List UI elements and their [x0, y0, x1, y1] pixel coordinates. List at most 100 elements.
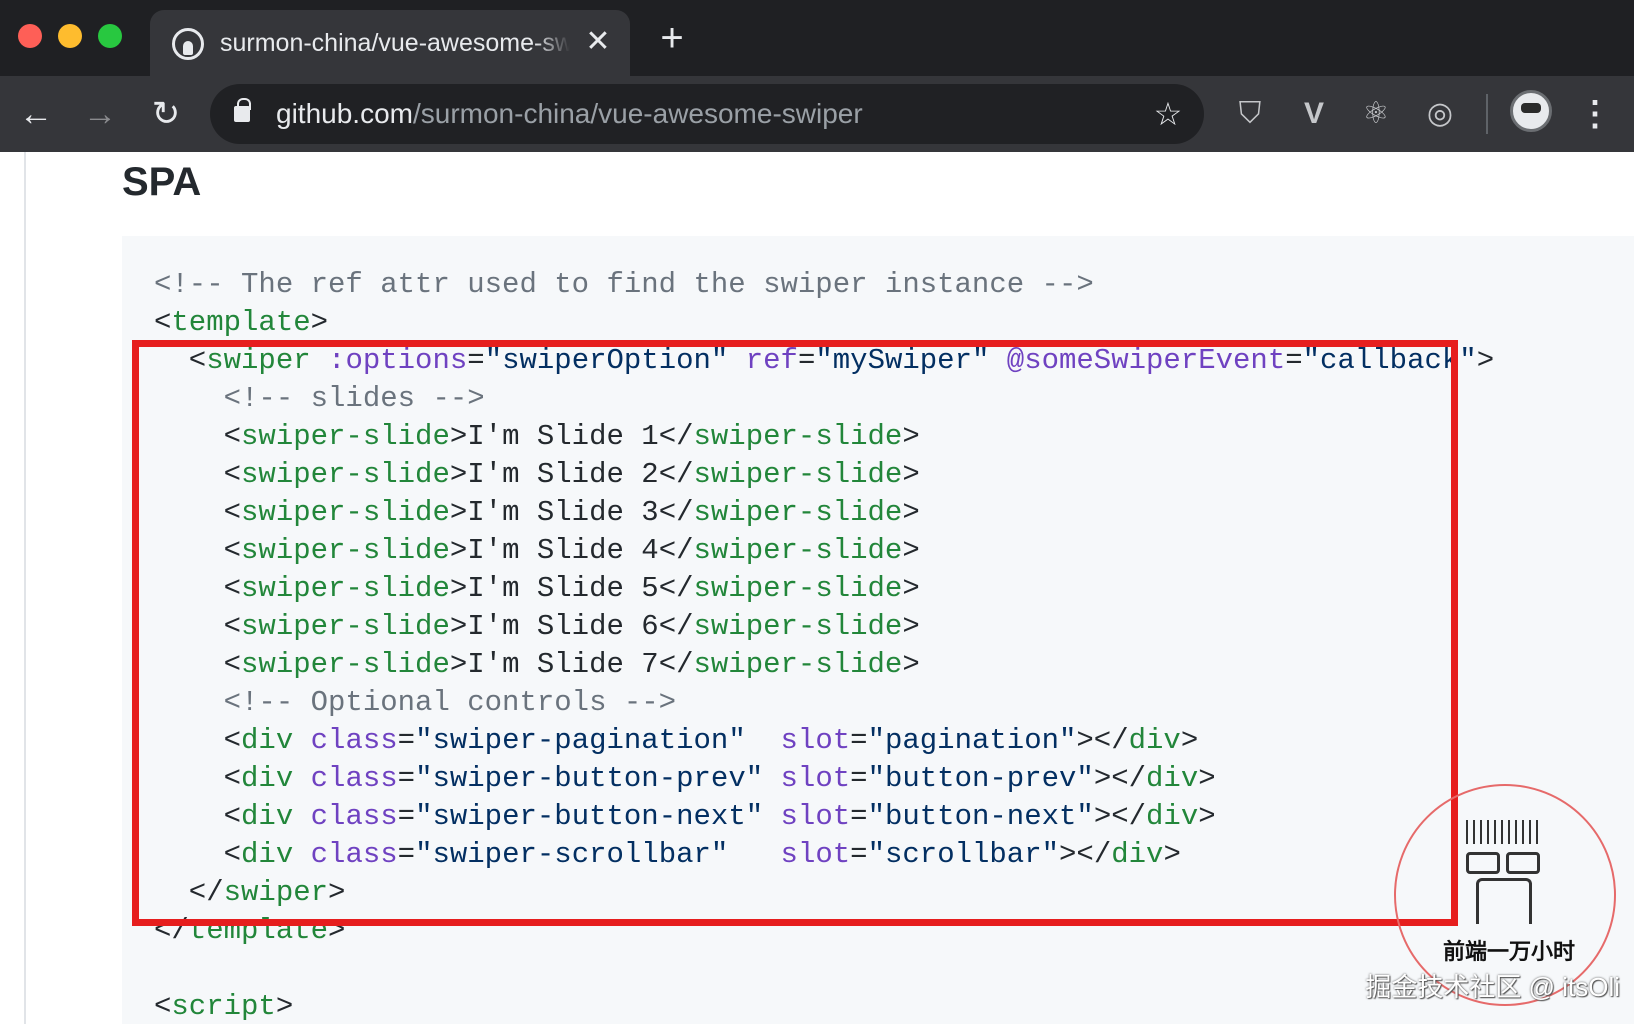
code-token: <	[154, 990, 172, 1023]
code-token: template	[188, 914, 329, 947]
code-token: <!-- The ref attr used to find the swipe…	[154, 268, 1094, 301]
code-token: "swiper-button-prev"	[415, 762, 764, 795]
url-host: github.com	[276, 98, 413, 129]
code-token: swiper-slide	[241, 534, 450, 567]
code-token: <	[154, 762, 242, 795]
code-token: swiper-slide	[693, 458, 903, 491]
code-token: script	[171, 990, 276, 1023]
bookmark-star-icon[interactable]: ☆	[1148, 94, 1188, 134]
code-line: </swiper>	[154, 874, 1494, 912]
code-token: swiper-slide	[693, 534, 903, 567]
code-token: =	[797, 344, 816, 377]
code-token: ></	[1093, 762, 1147, 795]
vue-devtools-icon[interactable]: V	[1292, 92, 1336, 136]
code-token: swiper-slide	[241, 420, 450, 453]
code-line: <template>	[154, 304, 1494, 342]
window-zoom-button[interactable]	[98, 24, 122, 48]
code-line: <swiper-slide>I'm Slide 7</swiper-slide>	[154, 646, 1494, 684]
lock-icon[interactable]	[234, 98, 251, 122]
code-token: swiper-slide	[241, 648, 450, 681]
code-token: >	[1476, 344, 1495, 377]
code-token: >	[902, 610, 920, 643]
forward-arrow-icon[interactable]: →	[78, 92, 122, 136]
code-line: <script>	[154, 988, 1494, 1024]
code-token: >	[310, 306, 329, 339]
code-token: >	[902, 572, 920, 605]
code-token: >	[902, 534, 920, 567]
new-tab-button[interactable]: +	[652, 18, 692, 58]
code-token: "swiper-pagination"	[415, 724, 746, 757]
close-icon[interactable]: ✕	[580, 24, 616, 60]
code-line: <swiper-slide>I'm Slide 2</swiper-slide>	[154, 456, 1494, 494]
code-line: <swiper :options="swiperOption" ref="myS…	[154, 342, 1494, 380]
code-token: "scrollbar"	[867, 838, 1060, 871]
github-icon	[172, 28, 204, 60]
code-token: <	[154, 800, 242, 833]
code-token: <	[154, 306, 172, 339]
code-token: >I'm Slide 1</	[449, 420, 694, 453]
window-close-button[interactable]	[18, 24, 42, 48]
code-token: >	[328, 914, 346, 947]
code-token: swiper-slide	[241, 610, 450, 643]
code-token: "button-next"	[867, 800, 1094, 833]
code-token: swiper-slide	[693, 610, 903, 643]
code-line: <!-- Optional controls -->	[154, 684, 1494, 722]
browser-tab[interactable]: surmon-china/vue-awesome-swiper ✕	[150, 10, 630, 76]
code-token: ></	[1076, 724, 1129, 757]
code-token: <	[154, 496, 242, 529]
code-token: div	[1146, 762, 1199, 795]
profile-avatar[interactable]	[1510, 90, 1552, 132]
reload-icon[interactable]: ↻	[144, 92, 188, 136]
code-token: "swiper-scrollbar"	[415, 838, 729, 871]
address-bar[interactable]: github.com/surmon-china/vue-awesome-swip…	[210, 84, 1204, 144]
window-minimize-button[interactable]	[58, 24, 82, 48]
code-token: "mySwiper"	[815, 344, 990, 377]
code-token: =	[850, 800, 868, 833]
code-token: div	[241, 724, 294, 757]
code-token: >	[902, 420, 920, 453]
url-text[interactable]: github.com/surmon-china/vue-awesome-swip…	[276, 98, 863, 130]
code-line: <swiper-slide>I'm Slide 4</swiper-slide>	[154, 532, 1494, 570]
code-line: <swiper-slide>I'm Slide 1</swiper-slide>	[154, 418, 1494, 456]
code-token: div	[241, 762, 294, 795]
code-line: <!-- slides -->	[154, 380, 1494, 418]
kebab-menu-icon[interactable]: ⋮	[1578, 92, 1612, 136]
shield-extension-icon[interactable]: ⛉	[1228, 92, 1272, 136]
code-token: >	[328, 876, 346, 909]
code-line: <swiper-slide>I'm Slide 6</swiper-slide>	[154, 608, 1494, 646]
content-left-border	[24, 152, 26, 1024]
code-token: >	[1198, 800, 1216, 833]
watermark-credit: 掘金技术社区 @ itsOli	[1365, 972, 1620, 1002]
back-arrow-icon[interactable]: ←	[14, 92, 58, 136]
watermark-title: 前端一万小时	[1442, 939, 1575, 964]
code-token: swiper-slide	[693, 420, 903, 453]
code-token: =	[850, 762, 868, 795]
code-line: <div class="swiper-scrollbar" slot="scro…	[154, 836, 1494, 874]
code-token: =	[1285, 344, 1303, 377]
code-token: "swiper-button-next"	[415, 800, 764, 833]
code-token: swiper-slide	[693, 496, 903, 529]
code-token: =	[850, 724, 868, 757]
code-token: ref	[745, 344, 798, 377]
target-extension-icon[interactable]: ◎	[1418, 92, 1462, 136]
code-token: swiper	[206, 344, 311, 377]
code-token: "callback"	[1302, 344, 1477, 377]
code-content: <!-- The ref attr used to find the swipe…	[154, 266, 1494, 1024]
code-token: class	[310, 838, 398, 871]
react-devtools-icon[interactable]: ⚛	[1354, 92, 1398, 136]
code-token: <	[154, 610, 242, 643]
code-token: <	[154, 344, 207, 377]
watermark-hair-lines	[1466, 820, 1542, 844]
code-token: "pagination"	[867, 724, 1077, 757]
code-line: <div class="swiper-button-next" slot="bu…	[154, 798, 1494, 836]
code-token: =	[397, 800, 416, 833]
code-token: class	[310, 762, 398, 795]
code-token: <	[154, 724, 242, 757]
